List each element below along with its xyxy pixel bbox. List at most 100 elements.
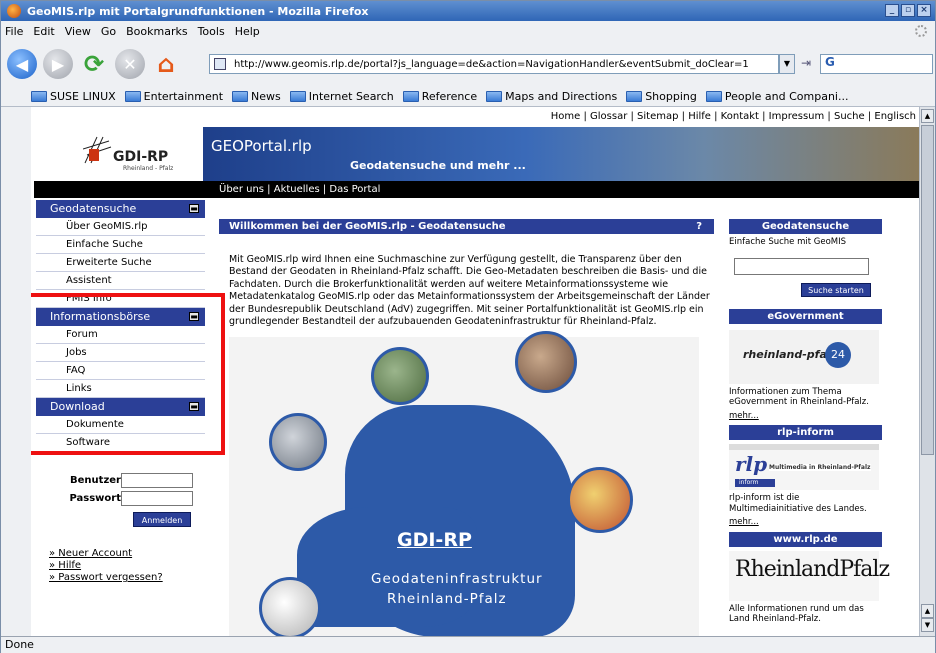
search-box[interactable]: G [820, 54, 933, 74]
egov-logo[interactable]: rheinland-pfalz 24 [729, 329, 879, 384]
bookmark-maps[interactable]: Maps and Directions [486, 90, 617, 103]
menu-file[interactable]: File [5, 25, 23, 38]
bookmark-label: People and Compani... [724, 90, 849, 103]
header-banner: GEOPortal.rlp Geodatensuche und mehr ... [203, 127, 919, 181]
photo-circle-map [567, 467, 633, 533]
password-label: Passwort [69, 493, 121, 504]
firefox-icon [7, 4, 21, 18]
menu-edit[interactable]: Edit [33, 25, 54, 38]
url-dropdown-button[interactable]: ▼ [779, 54, 795, 74]
nav-item-assistent[interactable]: Assistent [36, 272, 205, 290]
login-button[interactable]: Anmelden [133, 512, 191, 527]
menu-tools[interactable]: Tools [198, 25, 225, 38]
search-start-button[interactable]: Suche starten [801, 282, 871, 297]
bookmarks-toolbar: SUSE LINUX Entertainment News Internet S… [1, 87, 935, 107]
bookmark-people[interactable]: People and Compani... [705, 90, 849, 103]
rheinland-pfalz-logo[interactable]: RheinlandPfalz [729, 550, 890, 601]
inform-badge: inform [735, 479, 775, 487]
back-button[interactable]: ◀ [7, 49, 37, 79]
folder-icon [486, 91, 503, 102]
egov-logo-text: rheinland-pfalz [743, 347, 838, 361]
status-text: Done [5, 638, 34, 651]
search-box-heading: Geodatensuche [729, 219, 882, 234]
gdi-rp-logo[interactable]: GDI-RP Rheinland - Pfalz [71, 135, 191, 177]
quick-search-input[interactable] [734, 257, 869, 275]
nav-item-uber-geomis[interactable]: Über GeoMIS.rlp [36, 218, 205, 236]
menu-view[interactable]: View [65, 25, 91, 38]
bookmark-entertainment[interactable]: Entertainment [124, 90, 224, 103]
reload-button[interactable]: ⟳ [79, 49, 109, 79]
top-links[interactable]: Home | Glossar | Sitemap | Hilfe | Konta… [551, 111, 916, 122]
scroll-up-arrow[interactable]: ▲ [921, 109, 934, 123]
sub-nav-links[interactable]: Über uns | Aktuelles | Das Portal [219, 181, 380, 198]
bookmark-label: Internet Search [308, 90, 394, 103]
maximize-button[interactable]: ▫ [901, 4, 915, 17]
home-button[interactable]: ⌂ [151, 49, 181, 79]
bookmark-suse-linux[interactable]: SUSE LINUX [31, 90, 116, 103]
title-bar: GeoMIS.rlp mit Portalgrundfunktionen - M… [1, 1, 935, 21]
state-shape-lower [297, 507, 477, 627]
menu-go[interactable]: Go [101, 25, 116, 38]
status-bar: Done [1, 636, 935, 653]
folder-icon [289, 91, 306, 102]
username-input[interactable] [121, 473, 193, 488]
scroll-thumb[interactable] [921, 125, 934, 455]
password-input[interactable] [121, 491, 193, 506]
map-title: GDI-RP [397, 529, 472, 551]
bookmark-label: Entertainment [143, 90, 224, 103]
map-subtitle-2: Rheinland-Pfalz [387, 591, 507, 607]
go-icon[interactable]: ⇥ [801, 56, 815, 72]
minimize-button[interactable]: _ [885, 4, 899, 17]
bookmark-reference[interactable]: Reference [402, 90, 477, 103]
inform-text: rlp-inform ist die Multimediainitiative … [729, 493, 867, 514]
url-text: http://www.geomis.rlp.de/portal?js_langu… [234, 58, 749, 70]
map-subtitle-1: Geodateninfrastruktur [371, 571, 543, 587]
folder-icon [232, 91, 249, 102]
logo-subtext: Rheinland - Pfalz [123, 165, 174, 172]
photo-circle-topo [259, 577, 321, 636]
bookmark-label: News [251, 90, 281, 103]
logo-text: GDI-RP [113, 149, 169, 165]
photo-circle-town [515, 331, 577, 393]
vertical-scrollbar[interactable]: ▲ ▲ ▼ [919, 107, 935, 636]
sidebar-strip [1, 107, 31, 636]
collapse-icon[interactable]: ▬ [189, 204, 199, 213]
welcome-heading-text: Willkommen bei der GeoMIS.rlp - Geodaten… [229, 221, 506, 232]
right-column: Geodatensuche Einfache Suche mit GeoMIS … [729, 219, 890, 625]
rlp-inform-logo[interactable]: rlp Multimedia in Rheinland-Pfalz inform [729, 444, 879, 490]
bookmark-shopping[interactable]: Shopping [626, 90, 697, 103]
folder-icon [402, 91, 419, 102]
welcome-heading: Willkommen bei der GeoMIS.rlp - Geodaten… [219, 219, 714, 234]
nav-section-geodatensuche[interactable]: Geodatensuche ▬ [36, 200, 205, 218]
folder-icon [124, 91, 141, 102]
forward-button[interactable]: ▶ [43, 49, 73, 79]
new-account-link[interactable]: » Neuer Account [49, 548, 163, 560]
help-icon[interactable]: ? [696, 219, 702, 234]
scroll-down-arrow[interactable]: ▼ [921, 618, 934, 632]
sub-navigation: Über uns | Aktuelles | Das Portal [34, 181, 919, 198]
egov-more-link[interactable]: mehr... [729, 411, 882, 422]
menu-help[interactable]: Help [235, 25, 260, 38]
stop-button[interactable]: ✕ [115, 49, 145, 79]
close-button[interactable]: × [917, 4, 931, 17]
gdi-rp-map-graphic[interactable]: GDI-RP Geodateninfrastruktur Rheinland-P… [229, 331, 699, 636]
menu-bookmarks[interactable]: Bookmarks [126, 25, 187, 38]
egov-text: Informationen zum Thema eGovernment in R… [729, 386, 869, 408]
banner-title: GEOPortal.rlp [211, 137, 312, 155]
photo-circle-traffic [269, 413, 327, 471]
bookmark-label: Shopping [645, 90, 697, 103]
search-box-text: Einfache Suche mit GeoMIS [729, 237, 847, 247]
scroll-up-arrow-lower[interactable]: ▲ [921, 604, 934, 618]
page-icon [214, 58, 226, 70]
nav-item-erweiterte-suche[interactable]: Erweiterte Suche [36, 254, 205, 272]
forgot-password-link[interactable]: » Passwort vergessen? [49, 572, 163, 584]
bookmark-internet-search[interactable]: Internet Search [289, 90, 394, 103]
nav-item-einfache-suche[interactable]: Einfache Suche [36, 236, 205, 254]
welcome-text: Mit GeoMIS.rlp wird Ihnen eine Suchmasch… [229, 254, 710, 328]
bookmark-news[interactable]: News [232, 90, 281, 103]
username-label: Benutzer [70, 475, 121, 486]
bookmark-label: Maps and Directions [505, 90, 618, 103]
url-bar[interactable]: http://www.geomis.rlp.de/portal?js_langu… [209, 54, 779, 74]
help-link[interactable]: » Hilfe [49, 560, 163, 572]
inform-more-link[interactable]: mehr... [729, 517, 882, 528]
